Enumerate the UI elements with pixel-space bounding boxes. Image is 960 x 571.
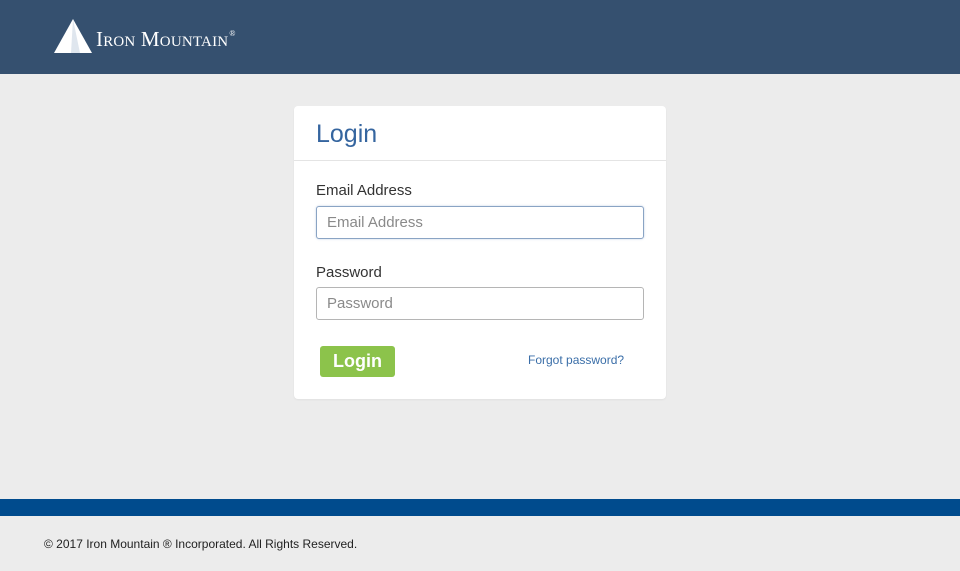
password-label: Password — [316, 264, 382, 281]
logo-wordmark: Iron Mountain — [96, 26, 229, 51]
login-title: Login — [316, 120, 378, 148]
email-input[interactable] — [316, 206, 644, 239]
copyright-text: © 2017 Iron Mountain ® Incorporated. All… — [44, 537, 358, 551]
mountain-logo-icon — [54, 19, 92, 53]
password-input[interactable] — [316, 287, 644, 320]
site-footer: © 2017 Iron Mountain ® Incorporated. All… — [0, 516, 960, 571]
footer-band — [0, 499, 960, 516]
logo-registered-mark: ® — [229, 29, 236, 38]
site-header: Iron Mountain ® — [0, 0, 960, 74]
login-card: Login Email Address Password Login Forgo… — [294, 106, 666, 399]
login-button[interactable]: Login — [320, 346, 395, 377]
forgot-password-link[interactable]: Forgot password? — [528, 353, 624, 367]
card-divider — [294, 160, 666, 161]
iron-mountain-logo[interactable]: Iron Mountain ® — [54, 18, 236, 54]
email-label: Email Address — [316, 182, 412, 199]
